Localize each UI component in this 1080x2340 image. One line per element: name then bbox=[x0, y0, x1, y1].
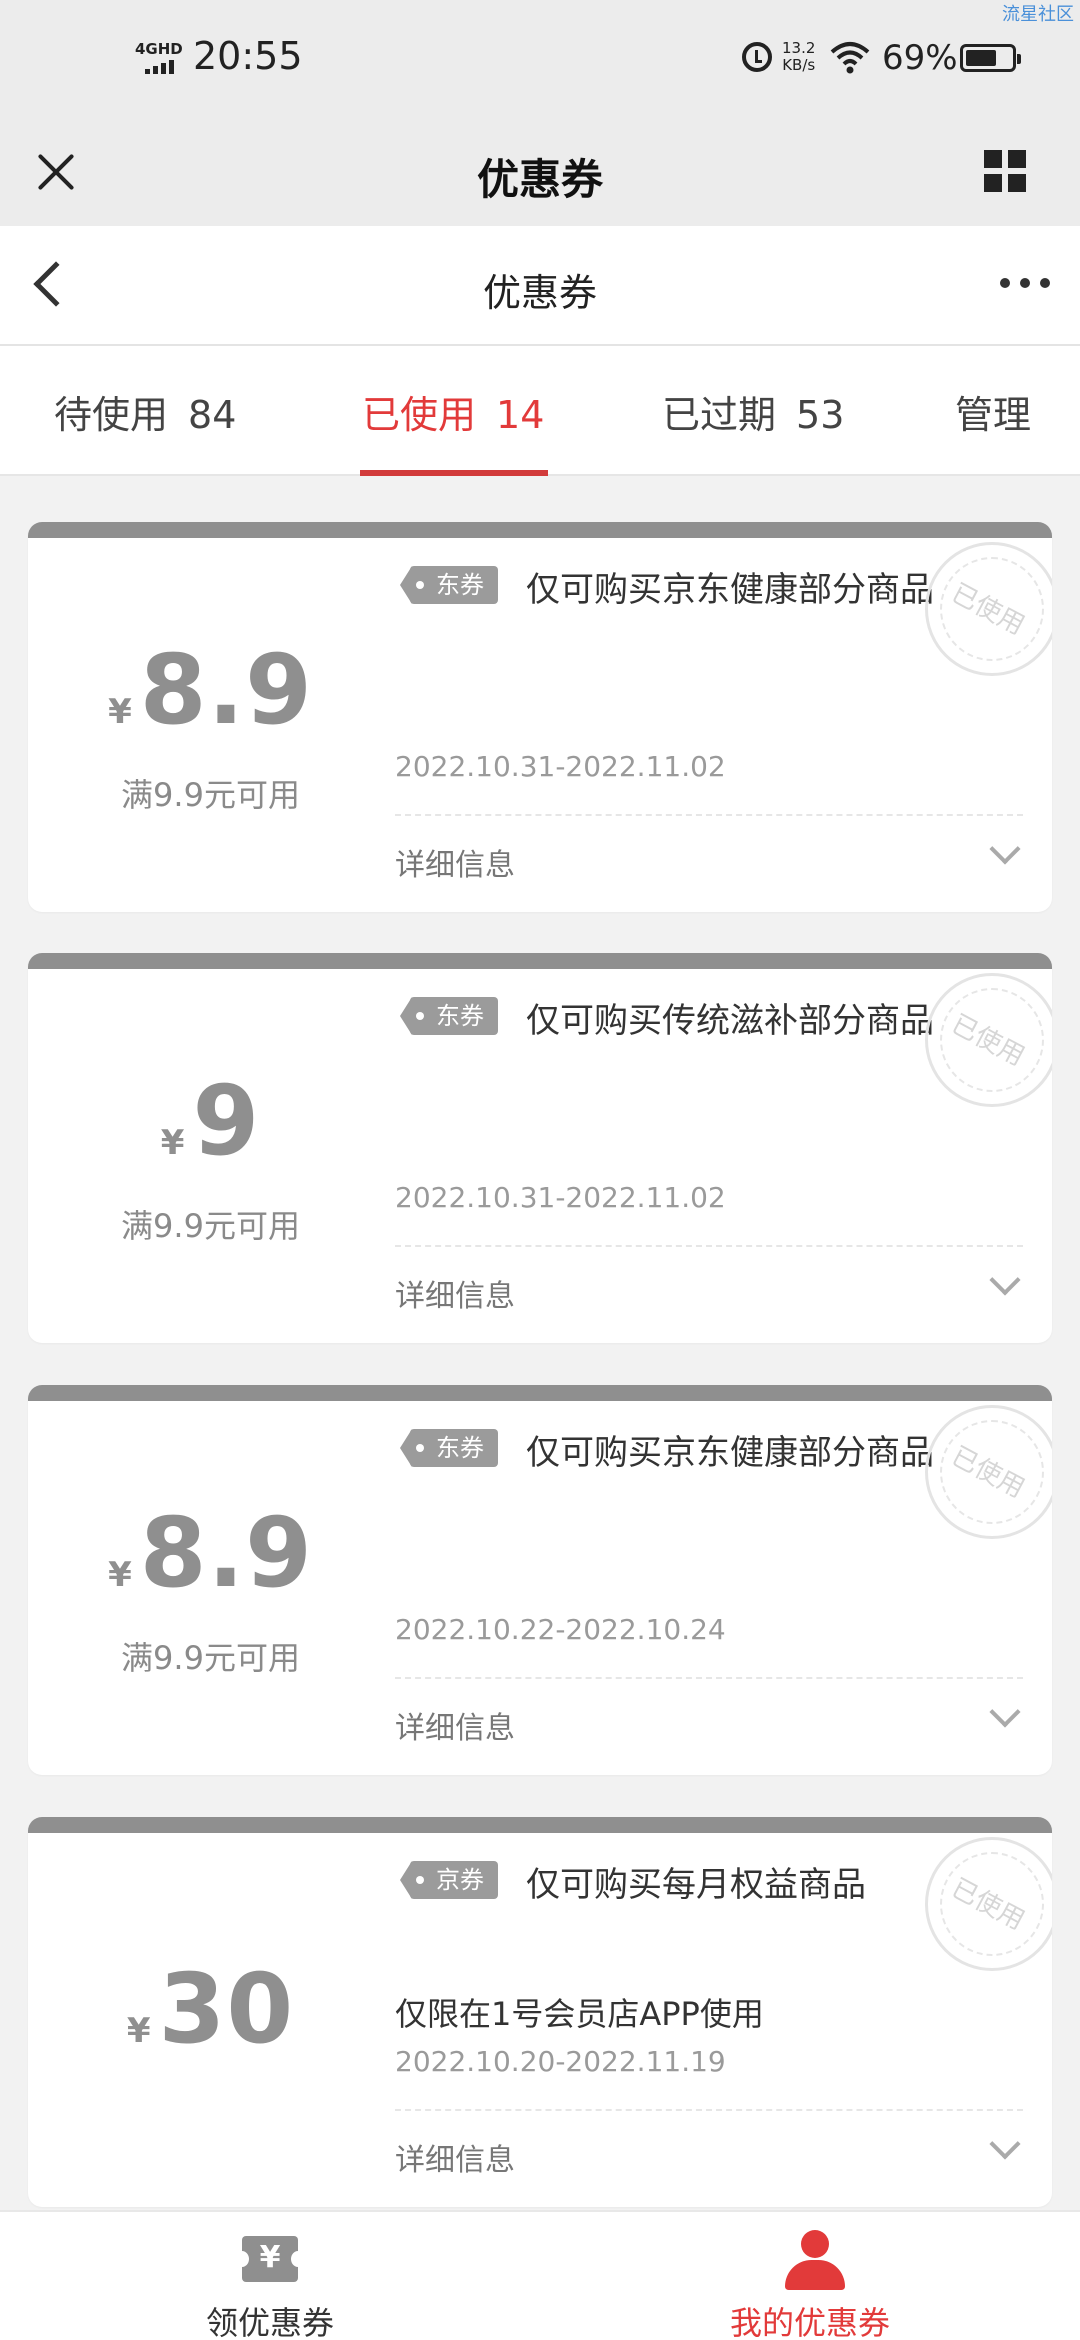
miniapp-title: 优惠券 bbox=[476, 155, 603, 204]
coupon-validity: 2022.10.31-2022.11.02 bbox=[395, 1181, 726, 1214]
coupon-usage-limit: 仅限在1号会员店APP使用 bbox=[395, 1995, 764, 2033]
coupon-detail-link[interactable]: 详细信息 bbox=[395, 1703, 515, 1747]
coupon-amount-value: 8.9 bbox=[139, 634, 313, 746]
coupon-type-tag: 东券 bbox=[400, 566, 498, 604]
coupon-validity: 2022.10.31-2022.11.02 bbox=[395, 750, 726, 783]
network-speed-value: 13.2 bbox=[782, 39, 816, 57]
grid-menu-icon[interactable] bbox=[984, 150, 1026, 192]
coupon-validity: 2022.10.22-2022.10.24 bbox=[395, 1613, 726, 1646]
coupon-card[interactable]: ¥8.9 满9.9元可用 东券 仅可购买京东健康部分商品 2022.10.31-… bbox=[28, 522, 1052, 912]
currency-symbol: ¥ bbox=[108, 692, 132, 732]
tab-label: 已过期 bbox=[662, 393, 777, 437]
network-speed: 13.2 KB/s bbox=[782, 40, 815, 74]
coupon-title: 仅可购买每月权益商品 bbox=[526, 1865, 866, 1905]
coupon-top-band bbox=[28, 953, 1052, 969]
coupon-ticket-glyph: ¥ bbox=[259, 2240, 281, 2275]
coupon-amount-value: 30 bbox=[158, 1953, 295, 2065]
coupon-type-tag: 京券 bbox=[400, 1861, 498, 1899]
coupon-amount-value: 9 bbox=[192, 1065, 261, 1177]
tab-count: 53 bbox=[796, 393, 845, 437]
coupon-card[interactable]: ¥8.9 满9.9元可用 东券 仅可购买京东健康部分商品 2022.10.22-… bbox=[28, 1385, 1052, 1775]
coupon-ticket-icon: ¥ bbox=[235, 2236, 305, 2282]
currency-symbol: ¥ bbox=[160, 1123, 185, 1163]
coupon-value-area: ¥30 bbox=[28, 1833, 393, 2207]
coupon-tabs: 待使用 84 已使用 14 已过期 53 管理 bbox=[0, 346, 1080, 476]
coupon-title: 仅可购买传统滋补部分商品 bbox=[526, 1001, 934, 1041]
coupon-condition: 满9.9元可用 bbox=[121, 776, 300, 814]
status-bar: 4GHD 20:55 13.2 KB/s 69% bbox=[0, 0, 1080, 120]
tab-unused[interactable]: 待使用 84 bbox=[54, 384, 236, 439]
coupon-condition: 满9.9元可用 bbox=[121, 1639, 300, 1677]
coupon-value-area: ¥9 满9.9元可用 bbox=[28, 969, 393, 1343]
used-stamp-icon: 已使用 bbox=[925, 1837, 1052, 1971]
coupon-detail-link[interactable]: 详细信息 bbox=[395, 840, 515, 884]
coupon-amount: ¥9 bbox=[28, 1065, 393, 1177]
coupon-top-band bbox=[28, 1385, 1052, 1401]
wifi-icon bbox=[830, 42, 870, 74]
bottom-nav-get-coupons[interactable]: ¥ 领优惠券 bbox=[0, 2212, 540, 2340]
active-tab-indicator bbox=[360, 470, 548, 476]
coupon-condition: 满9.9元可用 bbox=[121, 1207, 300, 1245]
page-header: 优惠券 bbox=[0, 226, 1080, 346]
miniapp-bar: 优惠券 bbox=[0, 120, 1080, 226]
tab-count: 84 bbox=[188, 393, 237, 437]
more-icon[interactable] bbox=[1000, 278, 1050, 288]
tab-label: 管理 bbox=[955, 393, 1032, 437]
dashed-divider bbox=[395, 2109, 1023, 2111]
coupon-amount: ¥30 bbox=[28, 1953, 393, 2065]
network-speed-unit: KB/s bbox=[782, 56, 816, 74]
coupon-card[interactable]: ¥9 满9.9元可用 东券 仅可购买传统滋补部分商品 2022.10.31-20… bbox=[28, 953, 1052, 1343]
dashed-divider bbox=[395, 814, 1023, 816]
coupon-title: 仅可购买京东健康部分商品 bbox=[526, 570, 934, 610]
network-type: 4GHD bbox=[135, 40, 183, 58]
bottom-nav-label: 领优惠券 bbox=[205, 2304, 334, 2340]
dashed-divider bbox=[395, 1677, 1023, 1679]
currency-symbol: ¥ bbox=[126, 2011, 151, 2051]
coupon-top-band bbox=[28, 522, 1052, 538]
coupon-card[interactable]: ¥30 京券 仅可购买每月权益商品 仅限在1号会员店APP使用 2022.10.… bbox=[28, 1817, 1052, 2207]
coupon-value-area: ¥8.9 满9.9元可用 bbox=[28, 1401, 393, 1775]
bottom-nav-my-coupons[interactable]: 我的优惠券 bbox=[540, 2212, 1080, 2340]
tab-expired[interactable]: 已过期 53 bbox=[662, 384, 844, 439]
coupon-amount-value: 8.9 bbox=[139, 1497, 313, 1609]
chevron-down-icon[interactable] bbox=[989, 1264, 1021, 1296]
alarm-icon bbox=[742, 42, 772, 72]
coupon-detail-link[interactable]: 详细信息 bbox=[395, 1271, 515, 1315]
coupon-top-band bbox=[28, 1817, 1052, 1833]
user-icon bbox=[785, 2230, 845, 2290]
tab-manage[interactable]: 管理 bbox=[955, 384, 1031, 439]
coupon-validity: 2022.10.20-2022.11.19 bbox=[395, 2045, 726, 2078]
coupon-type-tag: 东券 bbox=[400, 1429, 498, 1467]
coupon-detail-link[interactable]: 详细信息 bbox=[395, 2135, 515, 2179]
used-stamp-icon: 已使用 bbox=[925, 542, 1052, 676]
tab-used[interactable]: 已使用 14 bbox=[362, 384, 544, 439]
watermark: 流星社区 bbox=[1002, 4, 1074, 25]
coupon-amount: ¥8.9 bbox=[28, 1497, 393, 1609]
status-time: 20:55 bbox=[193, 34, 303, 78]
dashed-divider bbox=[395, 1245, 1023, 1247]
coupon-type-tag: 东券 bbox=[400, 997, 498, 1035]
bottom-nav: ¥ 领优惠券 我的优惠券 bbox=[0, 2210, 1080, 2340]
tab-label: 已使用 bbox=[362, 393, 477, 437]
used-stamp-icon: 已使用 bbox=[925, 973, 1052, 1107]
used-stamp-icon: 已使用 bbox=[925, 1405, 1052, 1539]
currency-symbol: ¥ bbox=[108, 1555, 132, 1595]
chevron-down-icon[interactable] bbox=[989, 1696, 1021, 1728]
battery-icon bbox=[960, 44, 1021, 72]
coupon-amount: ¥8.9 bbox=[28, 634, 393, 746]
battery-percent: 69% bbox=[882, 38, 958, 78]
page-title: 优惠券 bbox=[482, 271, 597, 315]
bottom-nav-label: 我的优惠券 bbox=[729, 2304, 890, 2340]
tab-count: 14 bbox=[496, 393, 545, 437]
tab-label: 待使用 bbox=[54, 393, 169, 437]
coupon-value-area: ¥8.9 满9.9元可用 bbox=[28, 538, 393, 912]
coupon-title: 仅可购买京东健康部分商品 bbox=[526, 1433, 934, 1473]
chevron-down-icon[interactable] bbox=[989, 2128, 1021, 2160]
chevron-down-icon[interactable] bbox=[989, 833, 1021, 865]
signal-icon: 4GHD bbox=[135, 40, 185, 76]
